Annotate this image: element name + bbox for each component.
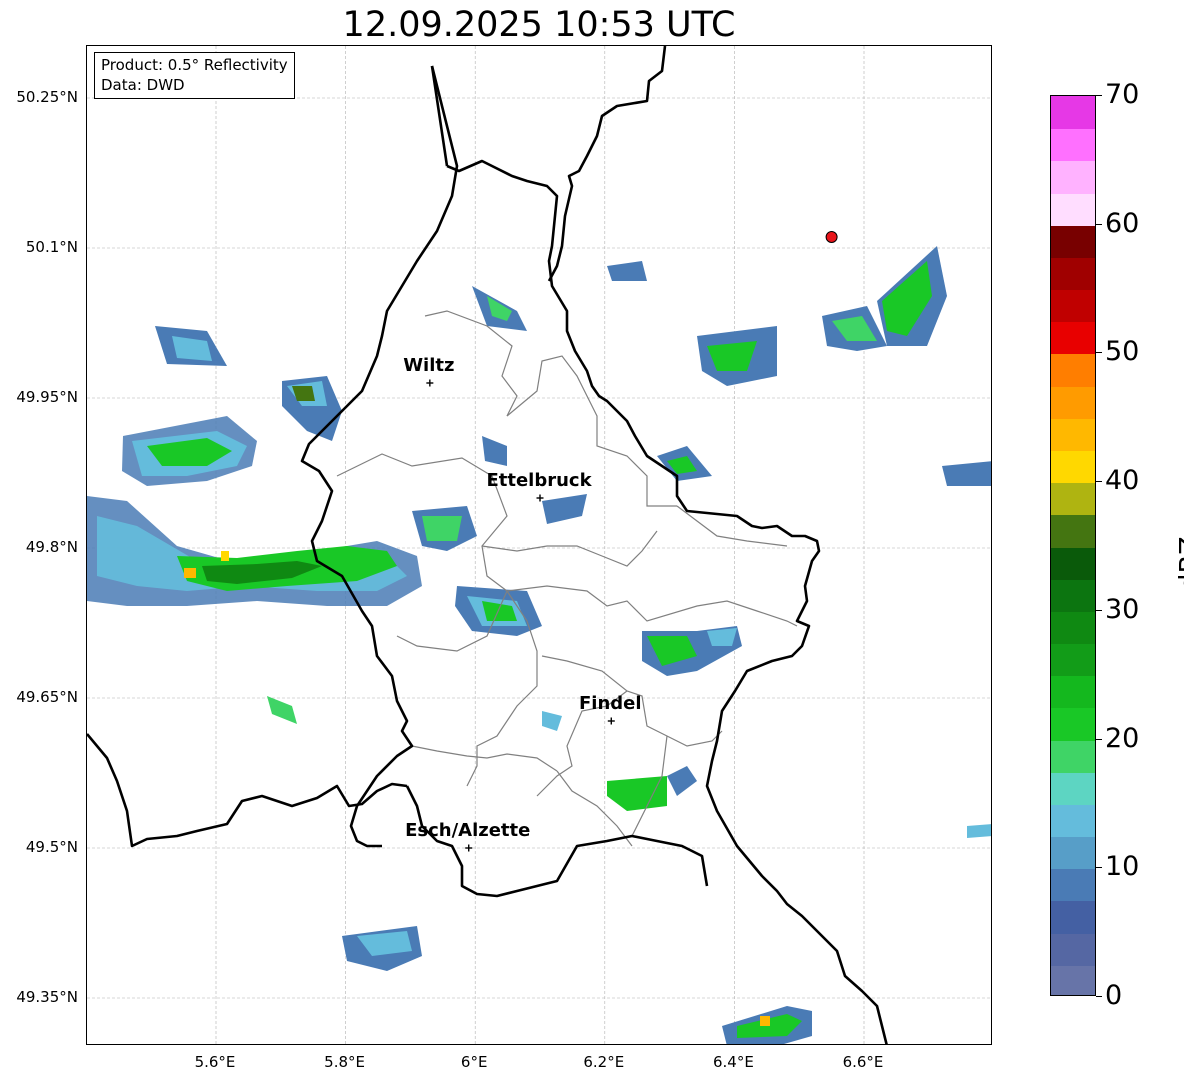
colorbar-swatch [1051, 514, 1095, 548]
latitude-label: 49.35°N [16, 988, 78, 1006]
colorbar-swatch [1051, 643, 1095, 676]
colorbar-swatch [1051, 740, 1095, 773]
radar-echoes [87, 246, 991, 1044]
map-title: 12.09.2025 10:53 UTC [342, 5, 736, 45]
colorbar-tick-label: 40 [1105, 465, 1140, 497]
data-source-label: Data: DWD [101, 76, 185, 94]
colorbar-tick-label: 30 [1105, 593, 1140, 625]
colorbar-swatch [1051, 450, 1095, 483]
colorbar-tick-label: 50 [1105, 336, 1140, 368]
colorbar-swatch [1051, 353, 1095, 387]
latitude-label: 50.25°N [16, 88, 78, 106]
colorbar-tick-label: 60 [1105, 207, 1140, 239]
map-canvas [87, 46, 991, 1044]
colorbar-tick-mark [1096, 867, 1102, 869]
radar-site-marker[interactable] [825, 231, 838, 243]
colorbar-swatch [1051, 868, 1095, 901]
colorbar-swatch [1051, 707, 1095, 741]
latitude-label: 50.1°N [25, 238, 78, 256]
colorbar-tick-mark [1096, 95, 1102, 96]
colorbar-scale [1050, 95, 1096, 996]
longitude-label: 6.4°E [712, 1053, 754, 1071]
product-info-box: Product: 0.5° Reflectivity Data: DWD [94, 52, 295, 99]
latitude-label: 49.5°N [25, 838, 78, 856]
colorbar-swatch [1051, 900, 1095, 934]
colorbar-swatch [1051, 289, 1095, 322]
echo-cell [342, 926, 812, 1044]
echo-cell [282, 376, 342, 441]
echo-cell [122, 416, 257, 486]
colorbar-swatch [1051, 772, 1095, 805]
colorbar-swatch [1051, 225, 1095, 258]
colorbar-tick-mark [1096, 738, 1102, 740]
latitude-label: 49.95°N [16, 388, 78, 406]
echo-cell [642, 626, 742, 676]
longitude-label: 5.6°E [194, 1053, 236, 1071]
colorbar-swatch [1051, 321, 1095, 354]
colorbar-swatch [1051, 933, 1095, 966]
city-label: Wiltz [403, 355, 455, 376]
city-marker [426, 379, 434, 387]
colorbar-swatch [1051, 96, 1095, 129]
colorbar-swatch [1051, 611, 1095, 644]
city-label: Ettelbruck [486, 470, 592, 491]
colorbar-swatch [1051, 418, 1095, 451]
city-marker [536, 494, 544, 502]
colorbar-tick-mark [1096, 223, 1102, 225]
city-label: Findel [578, 693, 642, 714]
colorbar-swatch [1051, 193, 1095, 226]
echo-cell [412, 506, 477, 551]
colorbar-tick-label: 20 [1105, 722, 1140, 754]
city-marker [465, 844, 473, 852]
latitude-label: 49.65°N [16, 688, 78, 706]
longitude-label: 5.8°E [324, 1053, 366, 1071]
colorbar-tick-label: 70 [1105, 79, 1140, 110]
colorbar-swatch [1051, 386, 1095, 419]
colorbar-swatch [1051, 675, 1095, 708]
echo-cell [607, 766, 697, 811]
product-label: Product: 0.5° Reflectivity [101, 56, 288, 74]
colorbar-swatch [1051, 257, 1095, 290]
colorbar-swatch [1051, 579, 1095, 612]
colorbar-swatch [1051, 547, 1095, 580]
colorbar-swatch [1051, 160, 1095, 194]
colorbar-swatch [1051, 128, 1095, 161]
longitude-label: 6.6°E [842, 1053, 884, 1071]
city-label: Esch/Alzette [405, 820, 531, 841]
echo-cell [87, 496, 422, 606]
colorbar-tick-mark [1096, 352, 1102, 354]
colorbar-tick-mark [1096, 996, 1102, 997]
colorbar-swatch [1051, 965, 1095, 995]
city-marker [607, 717, 615, 725]
lat-lon-grid [87, 46, 991, 1044]
colorbar-tick-label: 0 [1105, 980, 1123, 1011]
colorbar-swatch [1051, 482, 1095, 515]
latitude-label: 49.8°N [25, 538, 78, 556]
longitude-label: 6°E [460, 1053, 488, 1071]
radar-map[interactable] [86, 45, 992, 1045]
country-borders [87, 46, 888, 1044]
colorbar-tick-mark [1096, 481, 1102, 483]
colorbar-title: dBZ [1174, 536, 1184, 591]
colorbar-swatch [1051, 836, 1095, 869]
colorbar-tick-label: 10 [1105, 851, 1140, 883]
colorbar-swatch [1051, 804, 1095, 837]
colorbar-tick-mark [1096, 609, 1102, 611]
longitude-label: 6.2°E [583, 1053, 625, 1071]
